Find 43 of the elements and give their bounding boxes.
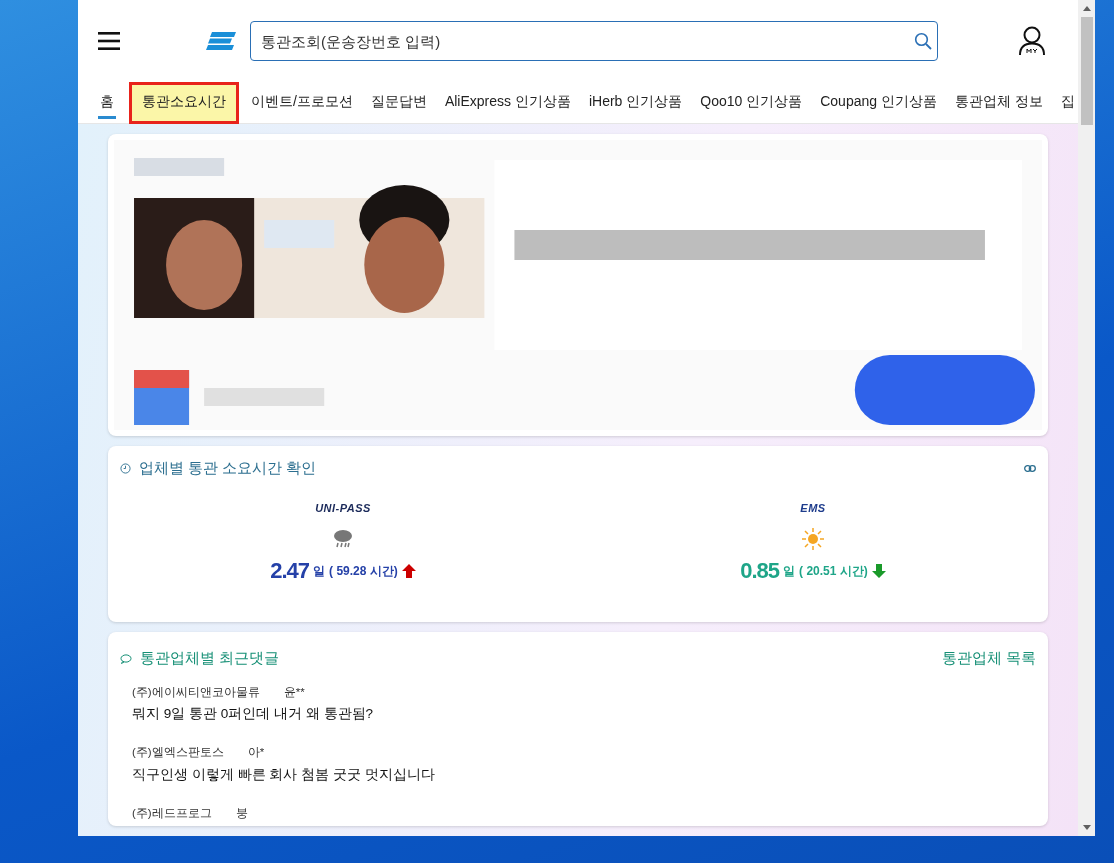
carrier-logo: UNI-PASS bbox=[315, 500, 371, 516]
nav-tab[interactable]: 홈 bbox=[98, 86, 116, 119]
days-value: 0.85 bbox=[740, 557, 780, 586]
menu-icon[interactable] bbox=[98, 32, 120, 50]
company-name[interactable]: (주)레드프로그 bbox=[132, 804, 212, 822]
carrier-logo: EMS bbox=[800, 500, 826, 516]
nav-tab[interactable]: 집 bbox=[1051, 86, 1078, 119]
hours-value: ( 20.51 시간) bbox=[799, 562, 868, 580]
hours-value: ( 59.28 시간) bbox=[329, 562, 398, 580]
up-arrow-icon bbox=[401, 563, 416, 578]
clock-icon bbox=[120, 463, 131, 475]
comment-icon bbox=[120, 653, 132, 664]
nav-tab[interactable]: Qoo10 인기상품 bbox=[691, 86, 812, 119]
scroll-up-icon[interactable] bbox=[1082, 6, 1091, 11]
comment-text[interactable]: 직구인생 이렇게 빠른 회사 첨봄 굿굿 멋지십니다 bbox=[132, 764, 1024, 785]
comment-author: 윤** bbox=[283, 684, 305, 700]
comment-author: 붕 bbox=[235, 805, 248, 821]
scrollbar-thumb[interactable] bbox=[1080, 17, 1093, 125]
down-arrow-icon bbox=[871, 563, 886, 578]
nav-tab[interactable]: AliExpress 인기상품 bbox=[435, 86, 580, 119]
section-title: 업체별 통관 소요시간 확인 bbox=[139, 459, 317, 478]
unit-label: 일 bbox=[313, 562, 326, 580]
section-title: 통관업체별 최근댓글 bbox=[140, 649, 280, 668]
nav-tab[interactable]: 통관업체 정보 bbox=[945, 86, 1052, 119]
nav-tab[interactable]: 이벤트/프로모션 bbox=[242, 86, 362, 119]
user-icon[interactable] bbox=[1018, 26, 1046, 56]
nav-tab[interactable]: iHerb 인기상품 bbox=[579, 86, 692, 119]
logo-icon[interactable] bbox=[206, 32, 236, 50]
link-icon[interactable] bbox=[1024, 465, 1036, 473]
comment-author: 아* bbox=[247, 745, 265, 761]
company-name[interactable]: (주)엘엑스판토스 bbox=[132, 744, 224, 762]
nav-tab[interactable]: Coupang 인기상품 bbox=[811, 86, 946, 119]
company-name[interactable]: (주)에이씨티앤코아물류 bbox=[132, 683, 260, 701]
comment-text[interactable]: 뭐지 9일 통관 0퍼인데 내거 왜 통관됨? bbox=[132, 704, 1024, 725]
search-field[interactable]: 통관조회(운송장번호 입력) bbox=[250, 21, 938, 61]
unit-label: 일 bbox=[783, 562, 796, 580]
nav-tab[interactable]: 질문답변 bbox=[361, 86, 436, 119]
nav-tab[interactable]: 통관소요시간 bbox=[132, 84, 236, 121]
sun-icon bbox=[802, 528, 824, 551]
company-list-link[interactable]: 통관업체 목록 bbox=[941, 648, 1036, 670]
scroll-down-icon[interactable] bbox=[1082, 825, 1091, 830]
days-value: 2.47 bbox=[270, 557, 310, 586]
search-icon[interactable] bbox=[914, 32, 932, 50]
